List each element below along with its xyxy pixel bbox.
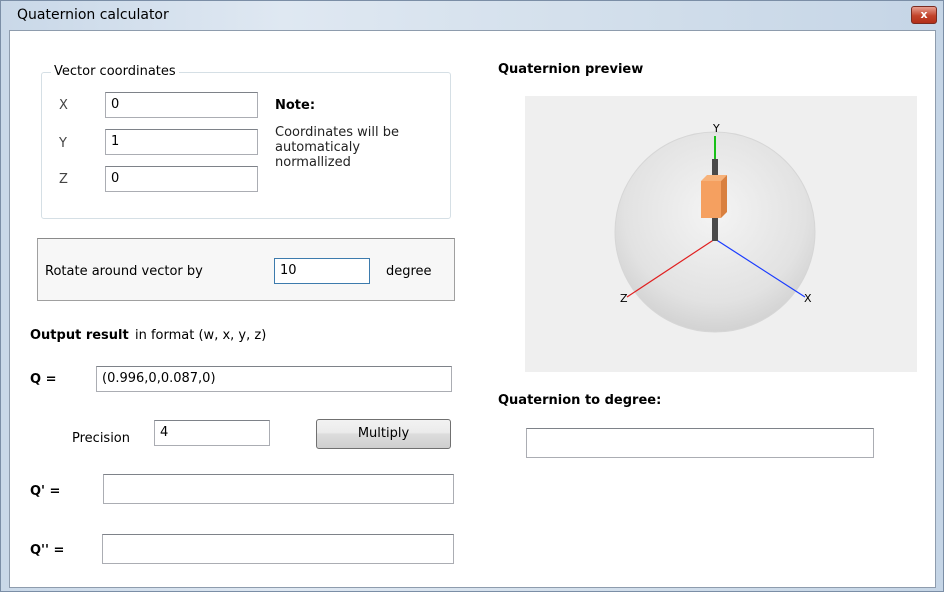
rotate-label: Rotate around vector by [45, 264, 203, 279]
orientation-cube [701, 175, 727, 218]
quaternion-preview-viewport[interactable]: Y Z X [525, 96, 917, 372]
note-title: Note: [275, 98, 316, 113]
z-coordinate-field[interactable]: 0 [105, 166, 258, 192]
precision-field[interactable]: 4 [154, 420, 270, 446]
degree-unit-label: degree [386, 264, 432, 279]
quaternion-to-degree-title: Quaternion to degree: [498, 393, 662, 408]
close-icon: x [920, 8, 928, 21]
x-coordinate-field[interactable]: 0 [105, 92, 258, 118]
client-area: Vector coordinates X 0 Y 1 Z 0 Note: Coo… [9, 30, 936, 588]
title-bar[interactable]: Quaternion calculator x [1, 1, 943, 29]
multiply-button[interactable]: Multiply [316, 419, 451, 449]
precision-label: Precision [72, 431, 131, 446]
y-coordinate-field[interactable]: 1 [105, 129, 258, 155]
z-axis-label: Z [620, 292, 628, 305]
vector-coordinates-title: Vector coordinates [51, 64, 179, 79]
q-prime-label: Q' = [30, 484, 61, 499]
window-title: Quaternion calculator [17, 7, 169, 23]
preview-scene: Y Z X [614, 122, 816, 333]
preview-title: Quaternion preview [498, 62, 644, 77]
quaternion-to-degree-field[interactable] [526, 428, 874, 458]
q-double-prime-field[interactable] [102, 534, 454, 564]
quaternion-calculator-window: Quaternion calculator x Vector coordinat… [0, 0, 944, 592]
y-axis-label: Y [712, 122, 720, 135]
q-output-field[interactable]: (0.996,0,0.087,0) [96, 366, 452, 392]
q-double-prime-label: Q'' = [30, 543, 65, 558]
output-result-title: Output result [30, 328, 129, 343]
x-axis-label: X [804, 292, 812, 305]
y-label: Y [59, 136, 67, 151]
x-label: X [59, 98, 68, 113]
q-prime-field[interactable] [103, 474, 454, 504]
q-label: Q = [30, 372, 57, 387]
note-text: Coordinates will be automaticaly normall… [275, 125, 400, 170]
z-label: Z [59, 172, 68, 187]
close-button[interactable]: x [911, 6, 937, 24]
output-format-hint: in format (w, x, y, z) [135, 328, 267, 343]
rotation-degree-field[interactable]: 10 [274, 258, 370, 284]
